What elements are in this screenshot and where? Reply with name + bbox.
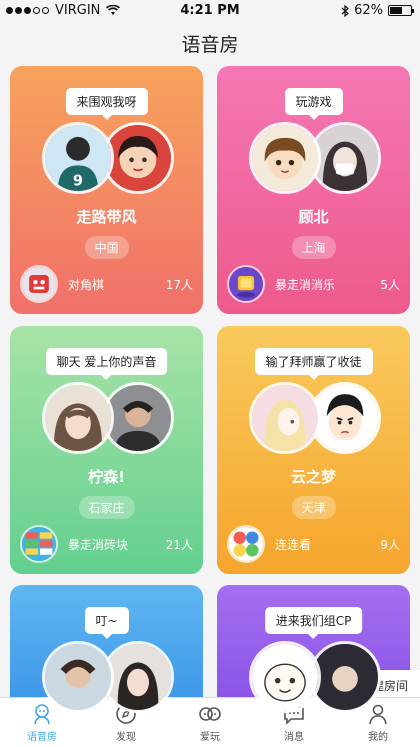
game-row: 对角棋 17人 — [20, 264, 193, 304]
game-row: 暴走消砖块 21人 — [20, 524, 193, 564]
game-row: 暴走消消乐 5人 — [227, 264, 400, 304]
avatar — [249, 641, 321, 713]
battery-percent: 62% — [354, 3, 383, 18]
play-icon — [199, 707, 221, 721]
room-bubble: 玩游戏 — [284, 88, 343, 120]
avatar: 9 — [42, 122, 114, 194]
avatar — [249, 382, 321, 454]
member-count: 5人 — [380, 277, 400, 292]
tab-label: 发现 — [116, 732, 136, 743]
member-count: 17人 — [165, 277, 193, 292]
status-bar: VIRGIN 4:21 PM 62% — [0, 0, 420, 22]
profile-icon — [369, 704, 387, 725]
room-name: 顾北 — [298, 208, 329, 226]
room-bubble: 输了拜师赢了收徒 — [254, 348, 373, 380]
battery-icon — [388, 5, 414, 16]
avatar — [42, 382, 114, 454]
game-row: 连连看 9人 — [227, 524, 400, 564]
bluetooth-icon — [341, 4, 350, 17]
city-tag: 石家庄 — [78, 496, 135, 519]
room-bubble: 进来我们组CP — [264, 607, 363, 639]
member-count: 9人 — [380, 537, 400, 552]
room-bubble: 聊天 爱上你的声音 — [45, 348, 168, 380]
svg-text:9: 9 — [73, 173, 83, 190]
room-bubble: 来围观我呀 — [65, 88, 148, 120]
game-name: 对角棋 — [68, 277, 105, 292]
game-name: 暴走消砖块 — [68, 537, 129, 552]
status-right: 62% — [341, 3, 414, 18]
game-icon — [20, 525, 58, 563]
city-tag: 天津 — [291, 496, 336, 519]
room-card[interactable]: 来围观我呀 9 走路带风 中国 对角棋 17人 — [10, 66, 203, 314]
room-name: 走路带风 — [76, 208, 137, 226]
room-card[interactable]: 聊天 爱上你的声音 柠森! 石家庄 暴走消砖块 21人 — [10, 326, 203, 574]
room-card[interactable]: 叮~ — [10, 585, 203, 715]
room-name: 云之梦 — [290, 468, 336, 486]
game-name: 暴走消消乐 — [275, 277, 336, 292]
city-tag: 中国 — [84, 236, 129, 259]
avatar — [42, 641, 114, 713]
room-name: 柠森! — [88, 468, 125, 486]
tab-label: 我的 — [368, 732, 388, 743]
game-icon — [20, 265, 58, 303]
tab-label: 爱玩 — [200, 732, 220, 743]
avatar — [249, 122, 321, 194]
game-icon — [227, 525, 265, 563]
room-card[interactable]: 输了拜师赢了收徒 云之梦 天津 连连看 9人 — [217, 326, 410, 574]
game-icon — [227, 265, 265, 303]
tab-play[interactable]: 爱玩 — [168, 698, 252, 747]
room-bubble: 叮~ — [84, 607, 129, 639]
member-count: 21人 — [165, 537, 193, 552]
tab-label: 消息 — [284, 732, 304, 743]
game-name: 连连看 — [275, 537, 312, 552]
voice-room-icon — [34, 704, 50, 725]
battery-fill — [390, 7, 402, 14]
city-tag: 上海 — [291, 236, 336, 259]
room-card[interactable]: 玩游戏 顾北 上海 暴走消消乐 5人 — [217, 66, 410, 314]
tab-label: 语音房 — [27, 732, 57, 743]
page-title: 语音房 — [181, 34, 239, 56]
